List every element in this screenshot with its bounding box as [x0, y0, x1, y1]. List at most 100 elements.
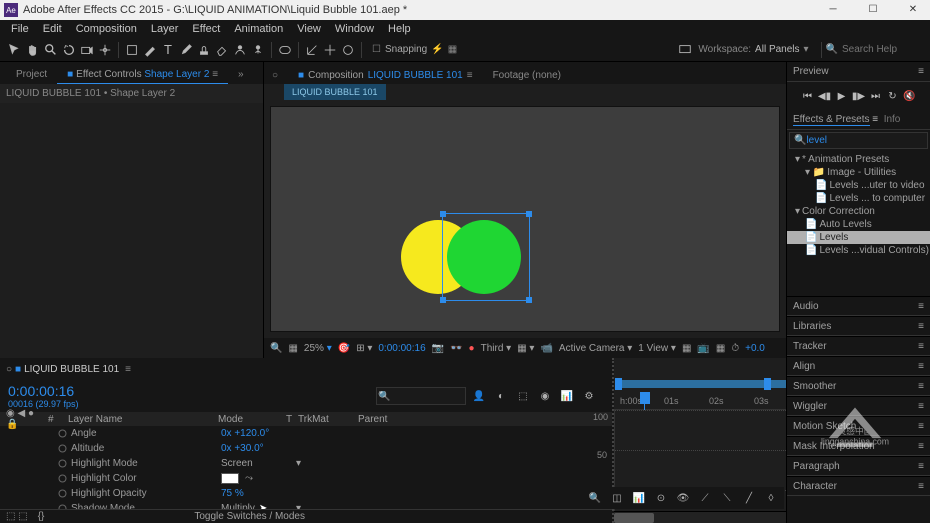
paragraph-panel-header[interactable]: Paragraph≡ — [787, 456, 930, 476]
tree-animation-presets[interactable]: ▾ * Animation Presets — [787, 153, 930, 166]
render-queue-icon[interactable]: ⬚ ⬚ — [6, 511, 28, 522]
snap-icon[interactable]: ⊙ — [652, 489, 670, 507]
stamp-tool-icon[interactable] — [195, 41, 213, 59]
mute-icon[interactable]: 🔇 — [902, 88, 918, 104]
highlight-color-swatch[interactable] — [221, 473, 239, 484]
eraser-tool-icon[interactable] — [213, 41, 231, 59]
effects-search-input[interactable] — [806, 135, 930, 146]
tree-levels-individual[interactable]: 📄 Levels ...vidual Controls) — [787, 244, 930, 257]
workspace-dropdown[interactable]: All Panels — [755, 44, 799, 55]
frame-blend-icon[interactable]: ⬚ — [514, 387, 532, 405]
guides-icon[interactable]: ⊞ ▾ — [356, 343, 372, 354]
viewer-canvas[interactable] — [270, 106, 780, 332]
rotate-tool-icon[interactable] — [60, 41, 78, 59]
brush-tool-icon[interactable] — [177, 41, 195, 59]
hand-tool-icon[interactable] — [24, 41, 42, 59]
show-icon[interactable]: 👁 — [674, 489, 692, 507]
timeline-lock-icon[interactable]: ○ — [6, 364, 12, 375]
mask-interpolation-panel-header[interactable]: Mask Interpolation≡ — [787, 436, 930, 456]
composition-name[interactable]: LIQUID BUBBLE 101 — [284, 84, 386, 100]
tree-item[interactable]: 📄 Levels ... to computer — [787, 192, 930, 205]
tab-overflow[interactable]: » — [228, 66, 254, 84]
wiggler-panel-header[interactable]: Wiggler≡ — [787, 396, 930, 416]
region-icon[interactable]: ▦ ▾ — [517, 343, 534, 354]
fit-icon[interactable]: ◫ — [608, 489, 626, 507]
menu-window[interactable]: Window — [330, 23, 379, 35]
exposure-value[interactable]: +0.0 — [745, 343, 765, 354]
pen-tool-icon[interactable] — [141, 41, 159, 59]
timeline-tab[interactable]: LIQUID BUBBLE 101 — [24, 364, 119, 375]
align-panel-header[interactable]: Align≡ — [787, 356, 930, 376]
effects-presets-header[interactable]: Effects & Presets ≡ Info — [787, 110, 930, 130]
timeline-rows[interactable]: Angle0x +120.0° Altitude0x +30.0° Highli… — [0, 426, 612, 509]
close-button[interactable]: ✕ — [900, 0, 926, 18]
transparency-icon[interactable]: ▦ — [716, 343, 725, 354]
first-frame-icon[interactable]: ⏮ — [800, 88, 816, 104]
local-axis-icon[interactable] — [303, 41, 321, 59]
puppet-tool-icon[interactable] — [249, 41, 267, 59]
expand-icon[interactable]: {} — [38, 511, 45, 522]
show-icon[interactable]: 👓 — [450, 343, 462, 354]
menu-effect[interactable]: Effect — [187, 23, 225, 35]
tree-auto-levels[interactable]: 📄 Auto Levels — [787, 218, 930, 231]
preview-panel-header[interactable]: Preview ≡ — [787, 62, 930, 82]
grid-icon[interactable]: 🎯 — [338, 343, 350, 354]
tab-composition[interactable]: ■Composition LIQUID BUBBLE 101 ≡ — [288, 67, 483, 84]
eyedropper-icon[interactable]: ⤳ — [245, 473, 253, 484]
tree-levels[interactable]: 📄 Levels — [787, 231, 930, 244]
auto-icon[interactable]: ◊ — [762, 489, 780, 507]
menu-composition[interactable]: Composition — [71, 23, 142, 35]
menu-file[interactable]: File — [6, 23, 34, 35]
tree-color-correction[interactable]: ▾ Color Correction — [787, 205, 930, 218]
quality-dropdown[interactable]: Third ▾ — [481, 343, 512, 354]
tab-effect-controls[interactable]: ■Effect Controls Shape Layer 2 ≡ — [57, 66, 228, 84]
view-axis-icon[interactable] — [339, 41, 357, 59]
environment-tool-icon[interactable] — [276, 41, 294, 59]
world-axis-icon[interactable] — [321, 41, 339, 59]
motion-sketch-panel-header[interactable]: Motion Sketch≡ — [787, 416, 930, 436]
motion-blur-icon[interactable]: ◉ — [536, 387, 554, 405]
roto-tool-icon[interactable] — [231, 41, 249, 59]
tab-project[interactable]: Project — [6, 66, 57, 84]
zoom-tool-icon[interactable] — [42, 41, 60, 59]
menu-edit[interactable]: Edit — [38, 23, 67, 35]
timecode[interactable]: 0:00:00:16 — [8, 383, 79, 399]
fast-icon[interactable]: 📺 — [697, 343, 709, 354]
view-dropdown[interactable]: 1 View ▾ — [638, 343, 676, 354]
menu-help[interactable]: Help — [383, 23, 416, 35]
toggle-switches[interactable]: Toggle Switches / Modes — [194, 511, 305, 522]
linear-icon[interactable]: ╱ — [740, 489, 758, 507]
snapping-toggle[interactable]: ☐Snapping ⚡▦ — [372, 44, 457, 55]
snapshot-icon[interactable]: 📷 — [432, 343, 444, 354]
timecode-viewer[interactable]: 0:00:00:16 — [378, 343, 425, 354]
magnify-icon[interactable]: 🔍 — [270, 343, 282, 354]
shape-tool-icon[interactable] — [123, 41, 141, 59]
timeline-search[interactable] — [376, 387, 466, 405]
maximize-button[interactable]: ☐ — [860, 0, 886, 18]
shy-icon[interactable]: 👤 — [470, 387, 488, 405]
selection-tool-icon[interactable] — [6, 41, 24, 59]
highlight-mode-dropdown[interactable]: Screen▾ — [221, 458, 301, 469]
loop-icon[interactable]: ↻ — [885, 88, 901, 104]
graph-type-icon[interactable]: 📊 — [630, 489, 648, 507]
character-panel-header[interactable]: Character≡ — [787, 476, 930, 496]
audio-panel-header[interactable]: Audio≡ — [787, 296, 930, 316]
graph-options-icon[interactable]: 🔍 — [586, 489, 604, 507]
anchor-tool-icon[interactable] — [96, 41, 114, 59]
menu-layer[interactable]: Layer — [146, 23, 184, 35]
tab-footage[interactable]: Footage (none) — [483, 67, 571, 84]
timeline-icon[interactable]: ⏱ — [731, 343, 739, 354]
tracker-panel-header[interactable]: Tracker≡ — [787, 336, 930, 356]
tree-item[interactable]: 📄 Levels ...uter to video — [787, 179, 930, 192]
next-frame-icon[interactable]: ▮▶ — [851, 88, 867, 104]
text-tool-icon[interactable]: T — [159, 41, 177, 59]
pixel-icon[interactable]: ▦ — [682, 343, 691, 354]
ease-in-icon[interactable]: ⟍ — [718, 489, 736, 507]
ease-icon[interactable]: ⟋ — [696, 489, 714, 507]
camera-dropdown[interactable]: Active Camera ▾ — [559, 343, 632, 354]
search-help-input[interactable] — [842, 44, 922, 55]
brain-icon[interactable]: ⚙ — [580, 387, 598, 405]
res-icon[interactable]: ▦ — [288, 343, 297, 354]
last-frame-icon[interactable]: ⏭ — [868, 88, 884, 104]
prev-frame-icon[interactable]: ◀▮ — [817, 88, 833, 104]
